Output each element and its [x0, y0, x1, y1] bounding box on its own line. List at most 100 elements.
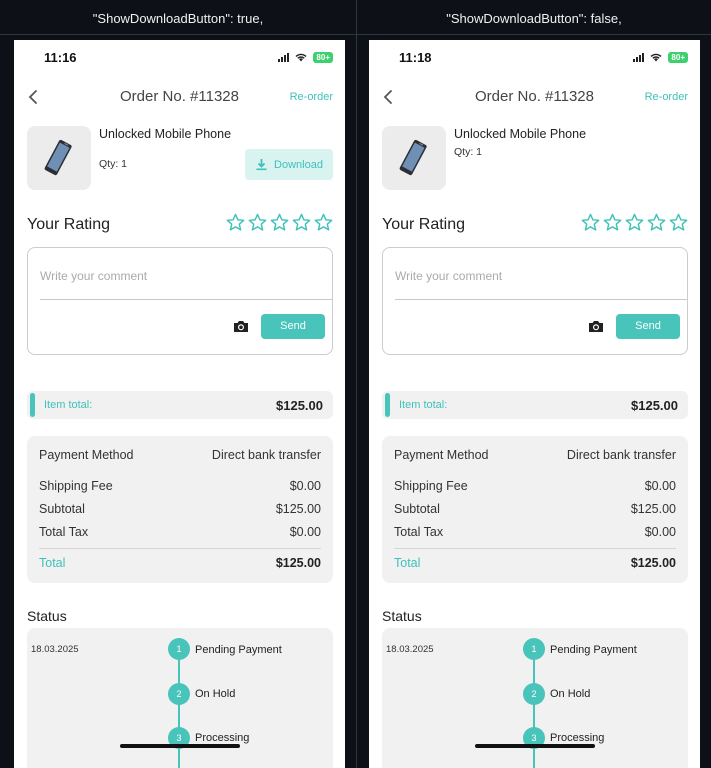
send-button[interactable]: Send: [261, 314, 325, 339]
star-outline-icon[interactable]: [248, 213, 267, 232]
total-value: $125.00: [630, 556, 676, 570]
total-tax-row: Total Tax $0.00: [39, 525, 321, 539]
phone-screen-with-download: 11:16 80+ Order No. #11328 Re-order Unlo…: [14, 40, 345, 768]
home-indicator: [475, 744, 595, 748]
header-divider: [0, 34, 711, 35]
product-name: Unlocked Mobile Phone: [99, 127, 232, 141]
reorder-link[interactable]: Re-order: [645, 91, 688, 103]
column-divider: [356, 0, 357, 768]
star-rating[interactable]: [226, 213, 333, 232]
comment-underline: [395, 299, 687, 300]
star-outline-icon[interactable]: [625, 213, 644, 232]
download-icon: [256, 159, 267, 171]
step-label: Pending Payment: [550, 644, 637, 656]
payment-method-value: Direct bank transfer: [211, 448, 321, 462]
timeline-line: [533, 646, 535, 768]
download-button[interactable]: Download: [245, 149, 333, 180]
home-indicator: [120, 744, 240, 748]
shipping-fee-value: $0.00: [644, 479, 676, 493]
total-tax-value: $0.00: [644, 525, 676, 539]
status-icons: 80+: [633, 52, 688, 63]
status-bar: 11:16 80+: [14, 40, 345, 74]
reorder-link[interactable]: Re-order: [290, 91, 333, 103]
signal-icon: [278, 53, 290, 62]
star-outline-icon[interactable]: [270, 213, 289, 232]
comment-input[interactable]: Write your comment: [395, 269, 502, 283]
status-time: 11:16: [44, 50, 77, 65]
camera-icon[interactable]: [233, 319, 249, 333]
total-tax-row: Total Tax $0.00: [394, 525, 676, 539]
item-total-value: $125.00: [631, 398, 678, 413]
download-label: Download: [274, 158, 323, 171]
summary-divider: [394, 548, 676, 549]
star-outline-icon[interactable]: [669, 213, 688, 232]
comment-box: Write your comment Send: [27, 247, 333, 355]
star-outline-icon[interactable]: [647, 213, 666, 232]
shipping-fee-value: $0.00: [289, 479, 321, 493]
top-nav: Order No. #11328 Re-order: [14, 86, 345, 108]
rating-title: Your Rating: [27, 216, 111, 233]
battery-icon: 80+: [313, 52, 333, 63]
subtotal-value: $125.00: [275, 502, 321, 516]
step-number: 2: [523, 683, 545, 705]
subtotal-row: Subtotal $125.00: [39, 502, 321, 516]
accent-bar: [385, 393, 390, 417]
product-qty: Qty: 1: [99, 158, 128, 170]
star-outline-icon[interactable]: [226, 213, 245, 232]
total-row: Total $125.00: [394, 556, 676, 570]
star-outline-icon[interactable]: [603, 213, 622, 232]
timeline-line: [178, 646, 180, 768]
rating-title: Your Rating: [382, 216, 466, 233]
accent-bar: [30, 393, 35, 417]
shipping-fee-row: Shipping Fee $0.00: [39, 479, 321, 493]
column-header-show-download-false: "ShowDownloadButton": false,: [446, 11, 622, 26]
star-outline-icon[interactable]: [314, 213, 333, 232]
subtotal-label: Subtotal: [394, 502, 440, 516]
payment-method-label: Payment Method: [39, 448, 134, 462]
summary-divider: [39, 548, 321, 549]
phone-product-image: [399, 139, 427, 176]
phone-screen-without-download: 11:18 80+ Order No. #11328 Re-order Unlo…: [369, 40, 700, 768]
star-outline-icon[interactable]: [292, 213, 311, 232]
item-total-row: Item total: $125.00: [382, 391, 688, 419]
product-qty: Qty: 1: [454, 146, 483, 158]
subtotal-value: $125.00: [630, 502, 676, 516]
step-number: 1: [523, 638, 545, 660]
step-label: Processing: [550, 732, 605, 744]
item-total-label: Item total:: [399, 399, 448, 411]
status-date: 18.03.2025: [386, 644, 434, 655]
total-tax-label: Total Tax: [39, 525, 89, 539]
item-total-row: Item total: $125.00: [27, 391, 333, 419]
shipping-fee-row: Shipping Fee $0.00: [394, 479, 676, 493]
comment-box: Write your comment Send: [382, 247, 688, 355]
order-summary: Payment Method Direct bank transfer Shipp…: [27, 436, 333, 583]
step-label: Pending Payment: [195, 644, 282, 656]
comment-input[interactable]: Write your comment: [40, 269, 147, 283]
payment-method-label: Payment Method: [394, 448, 489, 462]
star-outline-icon[interactable]: [581, 213, 600, 232]
send-button[interactable]: Send: [616, 314, 680, 339]
shipping-fee-label: Shipping Fee: [39, 479, 113, 493]
status-bar: 11:18 80+: [369, 40, 700, 74]
subtotal-label: Subtotal: [39, 502, 85, 516]
column-header-show-download-true: "ShowDownloadButton": true,: [92, 11, 264, 26]
item-total-label: Item total:: [44, 399, 93, 411]
camera-icon[interactable]: [588, 319, 604, 333]
product-name: Unlocked Mobile Phone: [454, 127, 587, 141]
battery-icon: 80+: [668, 52, 688, 63]
total-tax-label: Total Tax: [394, 525, 444, 539]
order-summary: Payment Method Direct bank transfer Shipp…: [382, 436, 688, 583]
status-title: Status: [382, 608, 422, 624]
step-number: 2: [168, 683, 190, 705]
wifi-icon: [650, 53, 662, 62]
product-image: [382, 126, 446, 190]
step-label: Processing: [195, 732, 250, 744]
shipping-fee-label: Shipping Fee: [394, 479, 468, 493]
status-icons: 80+: [278, 52, 333, 63]
status-time: 11:18: [399, 50, 432, 65]
payment-method-value: Direct bank transfer: [566, 448, 676, 462]
signal-icon: [633, 53, 645, 62]
total-label: Total: [39, 556, 66, 570]
comment-underline: [40, 299, 332, 300]
star-rating[interactable]: [581, 213, 688, 232]
